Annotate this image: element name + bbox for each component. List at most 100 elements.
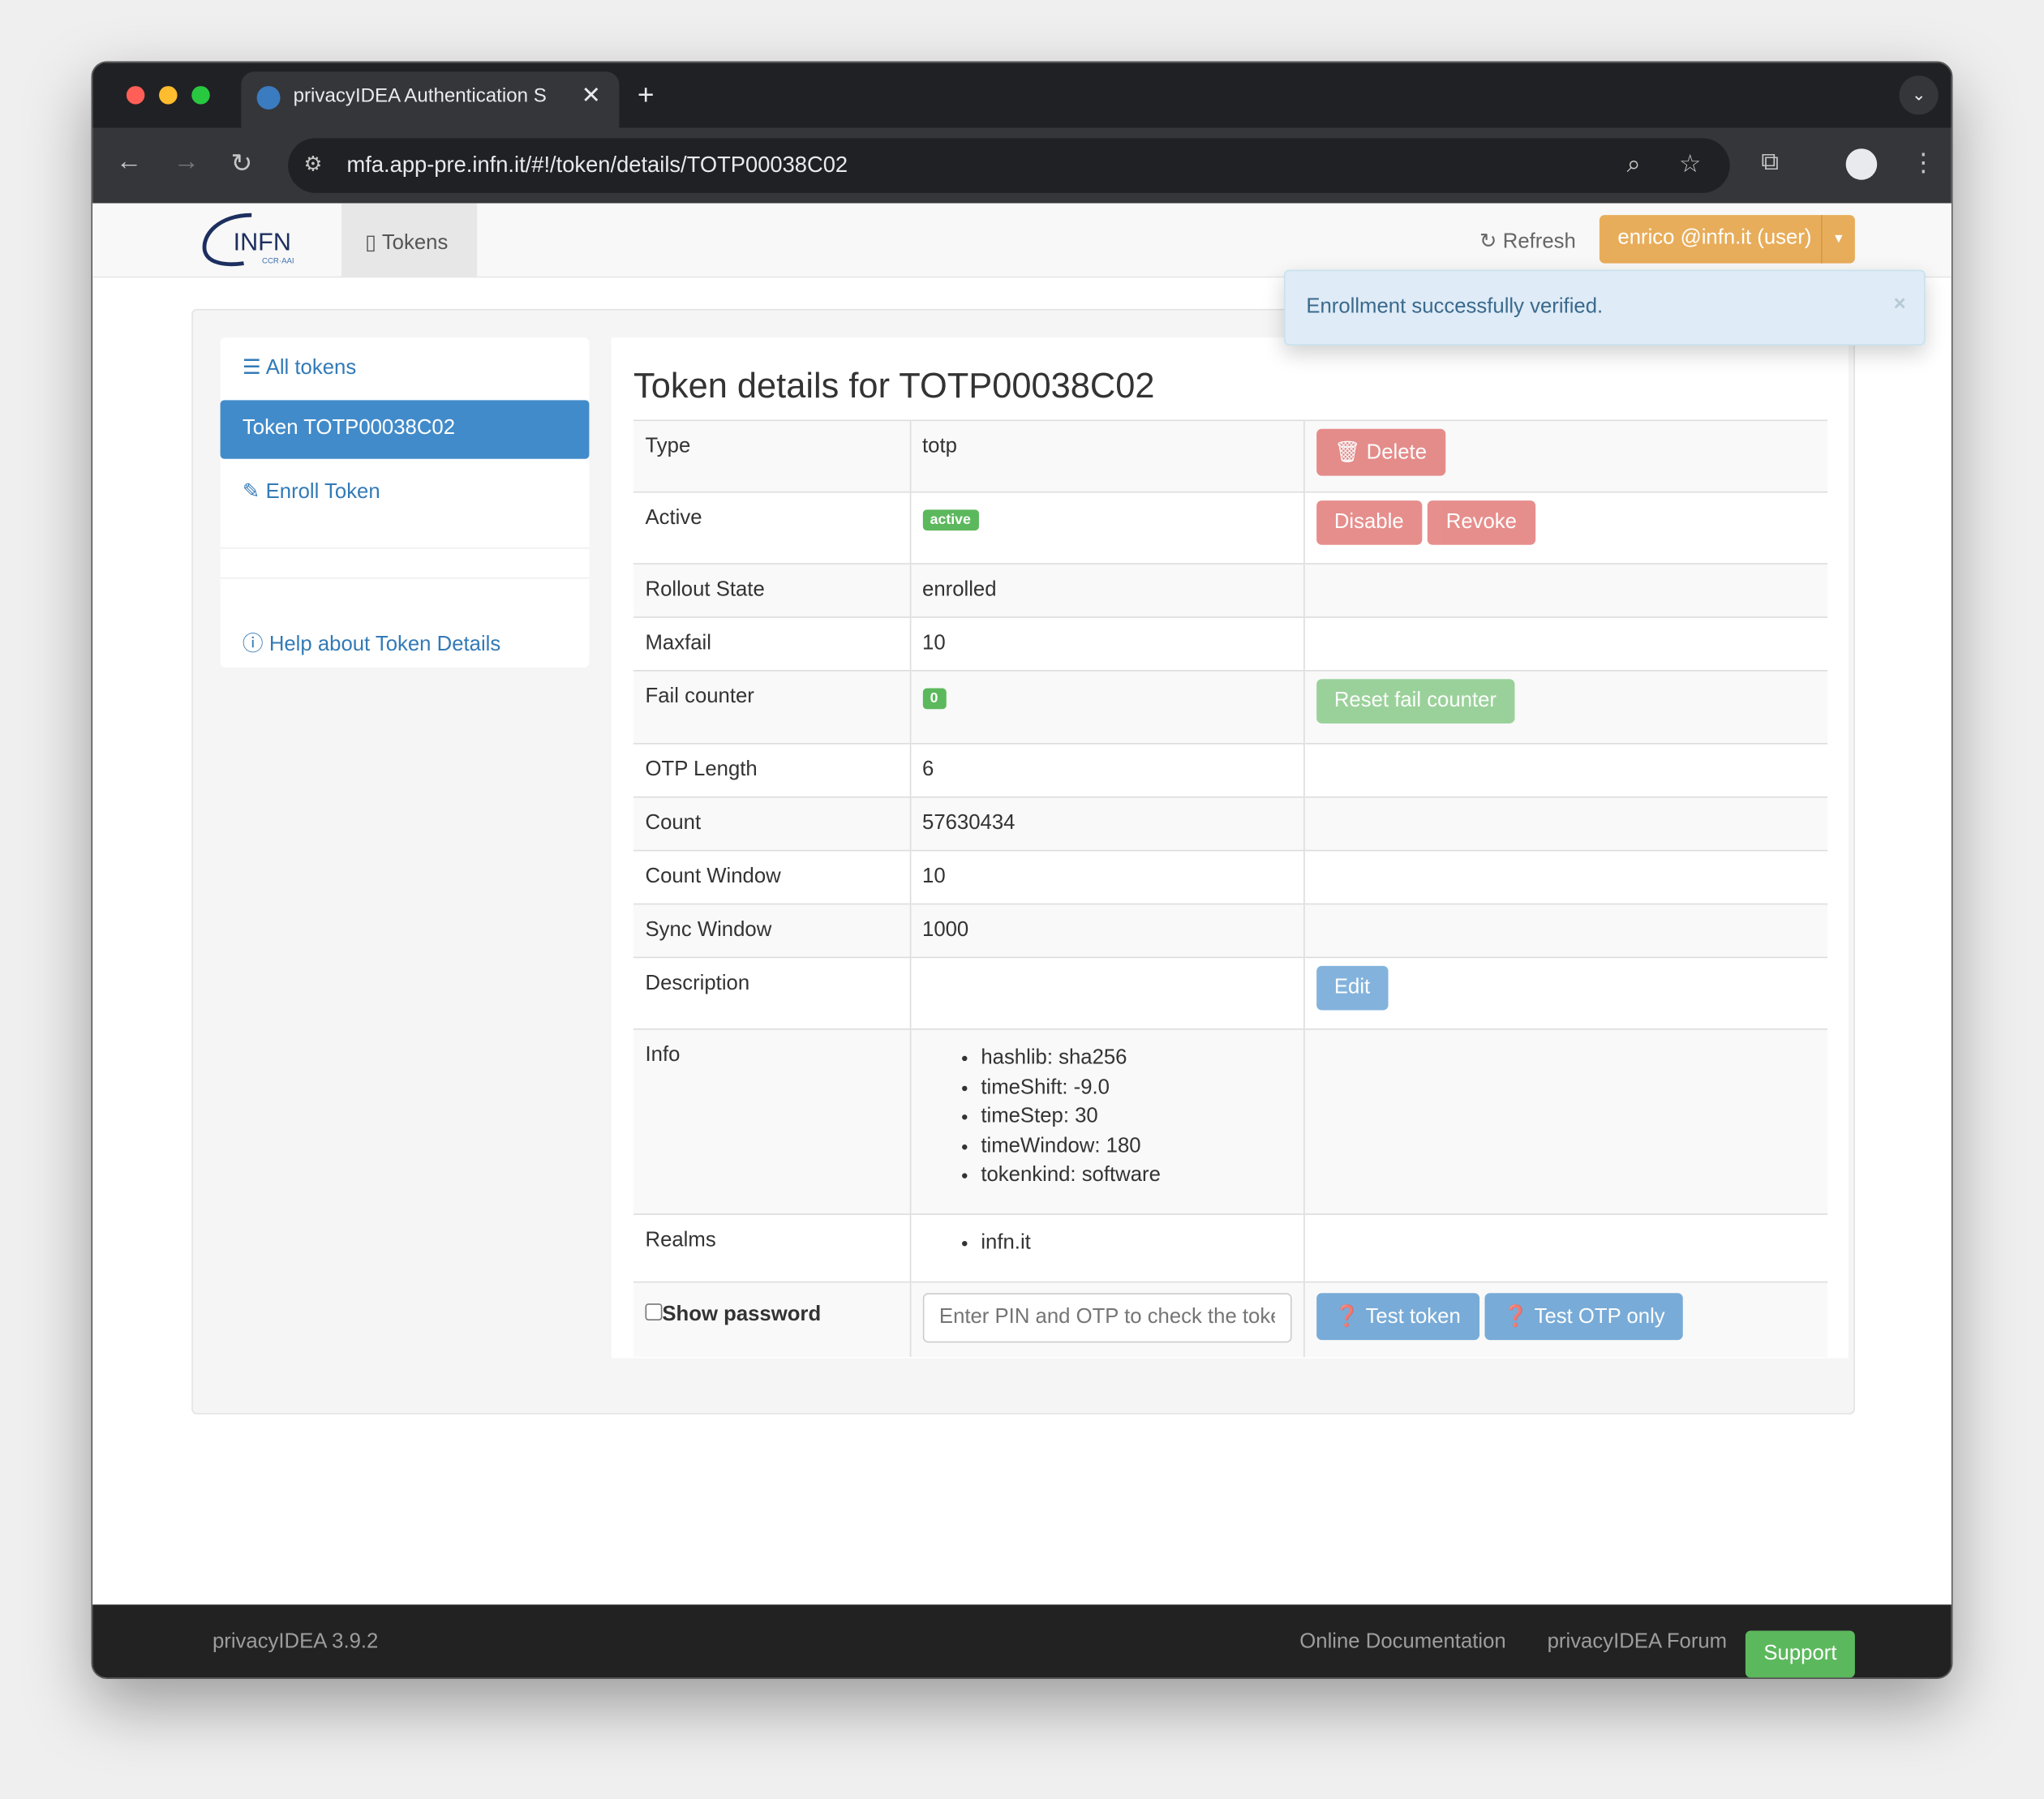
mobile-icon: ▯ — [364, 232, 377, 255]
row-value: 1000 — [908, 903, 1304, 958]
table-row: Count 57630434 — [633, 796, 1828, 851]
table-row: Active active Disable Revoke — [633, 491, 1828, 565]
svg-text:CCR·AAI: CCR·AAI — [262, 257, 294, 266]
question-icon: ❓ — [1333, 1306, 1360, 1329]
realms-list: infn.it — [981, 1229, 1290, 1258]
row-value: 10 — [908, 616, 1304, 671]
sidebar-label: Token TOTP00038C02 — [242, 417, 456, 440]
menu-kebab-icon[interactable]: ⋮ — [1911, 148, 1936, 178]
table-row: Count Window 10 — [633, 849, 1828, 904]
table-row: Sync Window 1000 — [633, 903, 1828, 958]
row-label: Type — [633, 419, 910, 492]
row-label: Info — [633, 1028, 910, 1215]
divider — [220, 577, 590, 579]
delete-button[interactable]: 🗑 Delete — [1316, 428, 1445, 476]
edit-description-button[interactable]: Edit — [1316, 965, 1389, 1011]
test-otp-only-button[interactable]: ❓ Test OTP only — [1484, 1293, 1684, 1341]
token-details-panel: Token details for TOTP00038C02 Type totp 🗑… — [611, 337, 1849, 1359]
show-password-checkbox[interactable] — [645, 1303, 663, 1320]
test-token-button[interactable]: ❓ Test token — [1316, 1293, 1479, 1341]
close-alert-icon[interactable]: × — [1894, 294, 1906, 317]
nav-tokens-label: Tokens — [381, 232, 449, 255]
new-tab-icon[interactable]: + — [638, 78, 655, 112]
sidebar-item-help[interactable]: ⓘ Help about Token Details — [221, 609, 590, 668]
table-row: Description Edit — [633, 956, 1828, 1029]
page-title: Token details for TOTP00038C02 — [633, 366, 1155, 406]
divider — [220, 547, 590, 549]
active-badge: active — [922, 509, 979, 531]
refresh-button[interactable]: ↻ Refresh — [1479, 228, 1576, 254]
maximize-window-button[interactable] — [191, 86, 210, 105]
row-label: OTP Length — [633, 743, 910, 797]
info-item: hashlib: sha256 — [981, 1044, 1290, 1073]
table-row: Show password ❓ Test token ❓ Test OTP onl… — [633, 1281, 1828, 1357]
success-alert: Enrollment successfully verified. × — [1283, 269, 1926, 346]
browser-tab[interactable]: privacyIDEA Authentication S ✕ — [241, 71, 620, 128]
trash-icon: 🗑 — [1333, 441, 1361, 465]
address-bar[interactable]: ⚙ mfa.app-pre.infn.it/#!/token/details/TO… — [288, 138, 1730, 193]
table-row: Info hashlib: sha256timeShift: -9.0timeS… — [633, 1028, 1828, 1215]
support-button[interactable]: Support — [1745, 1630, 1855, 1678]
zoom-icon[interactable]: ⌕ — [1627, 151, 1641, 179]
row-label: Fail counter — [633, 670, 910, 744]
table-row: Realms infn.it — [633, 1213, 1828, 1282]
row-label: Sync Window — [633, 903, 910, 958]
caret-down-icon[interactable]: ▼ — [1821, 215, 1855, 264]
show-password-label: Show password — [662, 1303, 822, 1326]
sidebar-label: Help about Token Details — [268, 633, 501, 656]
forum-link[interactable]: privacyIDEA Forum — [1548, 1630, 1727, 1654]
refresh-label: Refresh — [1502, 230, 1576, 253]
sidebar-item-token[interactable]: Token TOTP00038C02 — [220, 400, 590, 459]
row-label: Rollout State — [633, 563, 910, 617]
profile-avatar-icon[interactable] — [1845, 148, 1878, 180]
fail-counter-badge: 0 — [922, 688, 947, 710]
forward-icon[interactable]: → — [174, 148, 200, 178]
test-otp-label: Test OTP only — [1534, 1306, 1665, 1329]
minimize-window-button[interactable] — [159, 86, 178, 105]
sidebar: ☰ All tokens Token TOTP00038C02 ✎ Enroll… — [220, 337, 590, 668]
extensions-icon[interactable]: ⧉ — [1761, 148, 1779, 177]
page: INFN CCR·AAI ▯ Tokens ↻ Refresh enrico @i… — [92, 203, 1952, 1605]
sidebar-item-all-tokens[interactable]: ☰ All tokens — [221, 337, 590, 396]
sidebar-label: All tokens — [265, 357, 357, 380]
disable-button[interactable]: Disable — [1316, 500, 1423, 545]
navbar: INFN CCR·AAI ▯ Tokens ↻ Refresh enrico @i… — [92, 203, 1952, 278]
nav-tokens[interactable]: ▯ Tokens — [341, 203, 478, 278]
revoke-button[interactable]: Revoke — [1428, 500, 1535, 545]
info-icon: ⓘ — [242, 633, 264, 656]
bookmark-star-icon[interactable]: ☆ — [1679, 150, 1701, 180]
site-settings-icon[interactable]: ⚙ — [303, 151, 322, 177]
row-value: 6 — [908, 743, 1304, 797]
row-value: enrolled — [908, 563, 1304, 617]
browser-window: privacyIDEA Authentication S ✕ + ⌄ ← → ↻ … — [91, 61, 1953, 1679]
row-label: Maxfail — [633, 616, 910, 671]
test-token-label: Test token — [1365, 1306, 1461, 1329]
user-menu-button[interactable]: enrico @infn.it (user) ▼ — [1599, 215, 1855, 264]
reload-icon[interactable]: ↻ — [230, 148, 252, 180]
docs-link[interactable]: Online Documentation — [1299, 1630, 1505, 1654]
row-value: totp — [908, 419, 1304, 492]
list-icon: ☰ — [242, 357, 261, 380]
reset-fail-counter-button[interactable]: Reset fail counter — [1316, 679, 1515, 723]
content-well: ☰ All tokens Token TOTP00038C02 ✎ Enroll… — [191, 308, 1855, 1415]
alert-message: Enrollment successfully verified. — [1306, 295, 1604, 319]
token-details-table: Type totp 🗑 Delete Active active Disable Rev… — [633, 419, 1828, 1357]
tab-search-icon[interactable]: ⌄ — [1899, 75, 1939, 115]
infn-logo: INFNCCR·AAI — [202, 213, 294, 267]
sidebar-label: Enroll Token — [265, 481, 380, 504]
tab-title: privacyIDEA Authentication S — [293, 84, 547, 107]
table-row: Maxfail 10 — [633, 616, 1828, 671]
user-label: enrico @infn.it (user) — [1617, 226, 1812, 249]
pin-otp-input[interactable] — [922, 1293, 1291, 1343]
close-window-button[interactable] — [126, 86, 145, 105]
delete-label: Delete — [1366, 441, 1427, 465]
refresh-icon: ↻ — [1479, 230, 1497, 253]
table-row: Fail counter 0 Reset fail counter — [633, 670, 1828, 744]
realm-item: infn.it — [981, 1229, 1290, 1258]
back-icon[interactable]: ← — [116, 148, 142, 178]
close-tab-icon[interactable]: ✕ — [582, 82, 601, 109]
row-value — [908, 956, 1304, 1029]
info-item: timeShift: -9.0 — [981, 1073, 1290, 1102]
sidebar-item-enroll-token[interactable]: ✎ Enroll Token — [221, 462, 590, 520]
url-text: mfa.app-pre.infn.it/#!/token/details/TOT… — [346, 152, 848, 178]
